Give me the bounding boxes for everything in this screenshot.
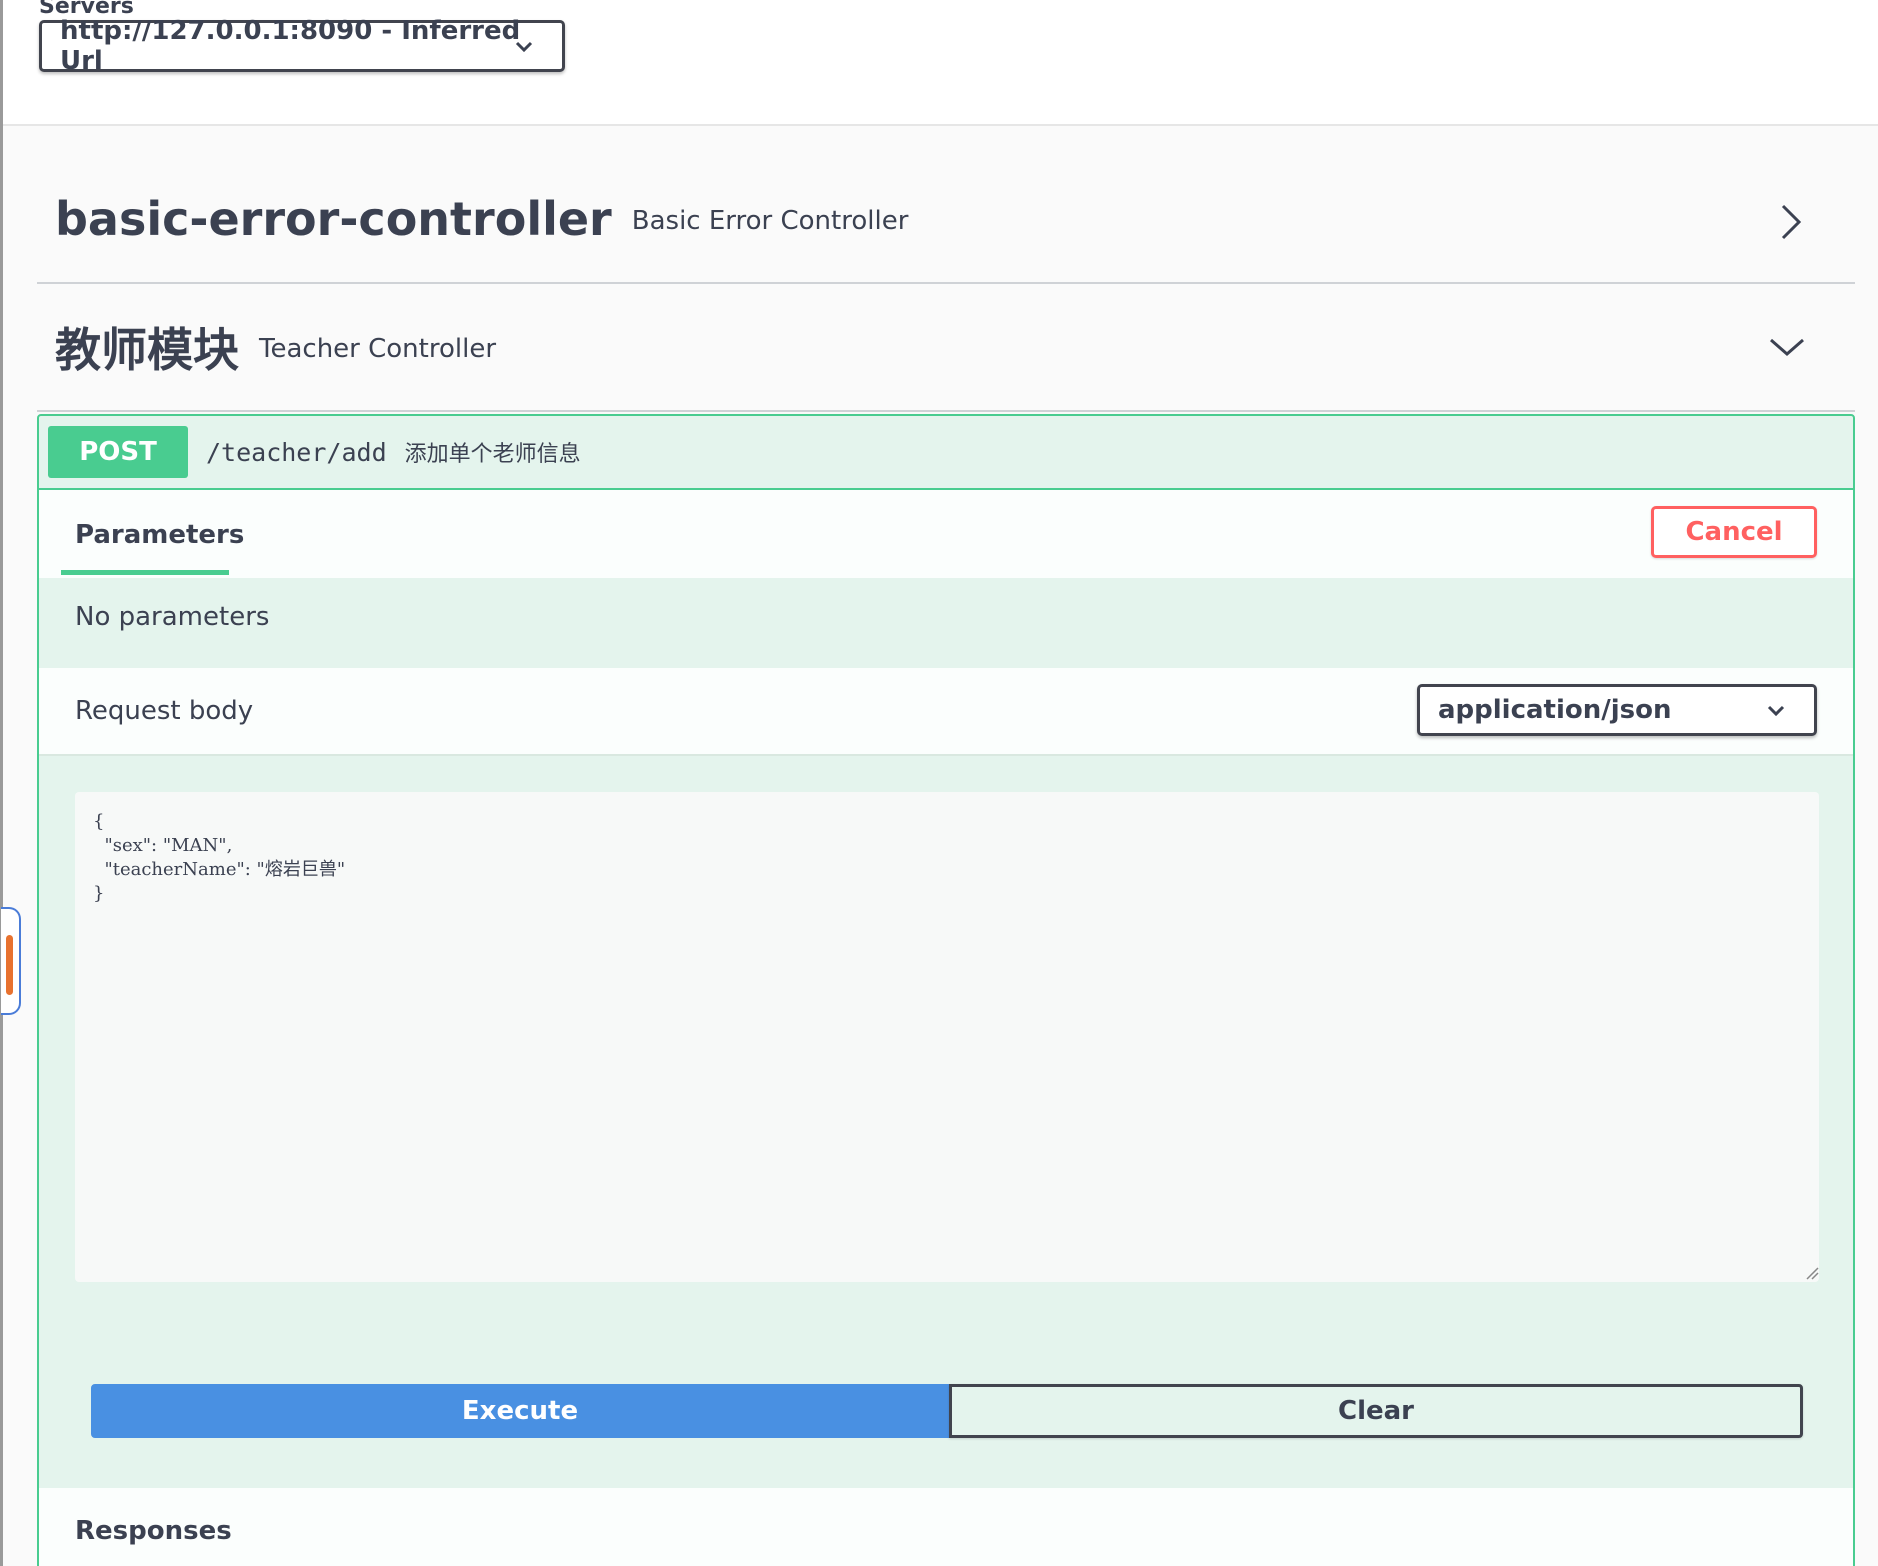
tag-title: 教师模块 [55,323,239,377]
content-type-value: application/json [1438,695,1672,725]
resize-handle-icon[interactable] [1805,1266,1819,1280]
tab-active-indicator [61,570,229,575]
tag-description: Basic Error Controller [631,206,909,236]
operation-path: /teacher/add [206,437,387,467]
server-select-value: http://127.0.0.1:8090 - Inferred Url [60,16,521,76]
request-body-label: Request body [75,696,254,726]
cancel-button[interactable]: Cancel [1651,506,1817,558]
execute-button[interactable]: Execute [91,1384,949,1438]
scroll-thumb[interactable] [6,935,13,995]
tag-title: basic-error-controller [55,192,612,246]
clear-button[interactable]: Clear [949,1384,1803,1438]
tag-basic-error-controller[interactable]: basic-error-controller Basic Error Contr… [37,156,1855,284]
server-select[interactable]: http://127.0.0.1:8090 - Inferred Url [39,16,565,76]
servers-section: Servers http://127.0.0.1:8090 - Inferred… [3,0,1878,126]
request-body-editor[interactable]: { "sex": "MAN", "teacherName": "熔岩巨兽" } [75,792,1819,1282]
operation-summary[interactable]: POST /teacher/add 添加单个老师信息 [39,416,1853,490]
responses-header: Responses [39,1488,1853,1566]
tag-teacher-controller[interactable]: 教师模块 Teacher Controller [37,284,1855,412]
operation-description: 添加单个老师信息 [404,442,581,467]
left-border [0,0,3,1566]
http-method-badge: POST [48,426,188,478]
no-parameters-text: No parameters [75,602,270,632]
parameters-header: Parameters Cancel [39,490,1853,578]
responses-label: Responses [75,1516,232,1546]
chevron-right-icon[interactable] [1775,202,1807,242]
tag-description: Teacher Controller [259,334,497,364]
operation-post-teacher-add: POST /teacher/add 添加单个老师信息 Parameters Ca… [37,414,1855,1566]
tab-parameters[interactable]: Parameters [75,520,244,550]
chevron-down-icon[interactable] [1767,330,1807,362]
chevron-down-icon [1767,705,1785,717]
request-body-header: Request body application/json [39,668,1853,756]
execute-button-group: Execute Clear [91,1384,1803,1438]
swagger-page: Servers http://127.0.0.1:8090 - Inferred… [0,0,1878,1566]
side-scroll-handle[interactable] [1,907,21,1015]
content-type-select[interactable]: application/json [1417,684,1817,736]
chevron-down-icon [515,41,533,53]
